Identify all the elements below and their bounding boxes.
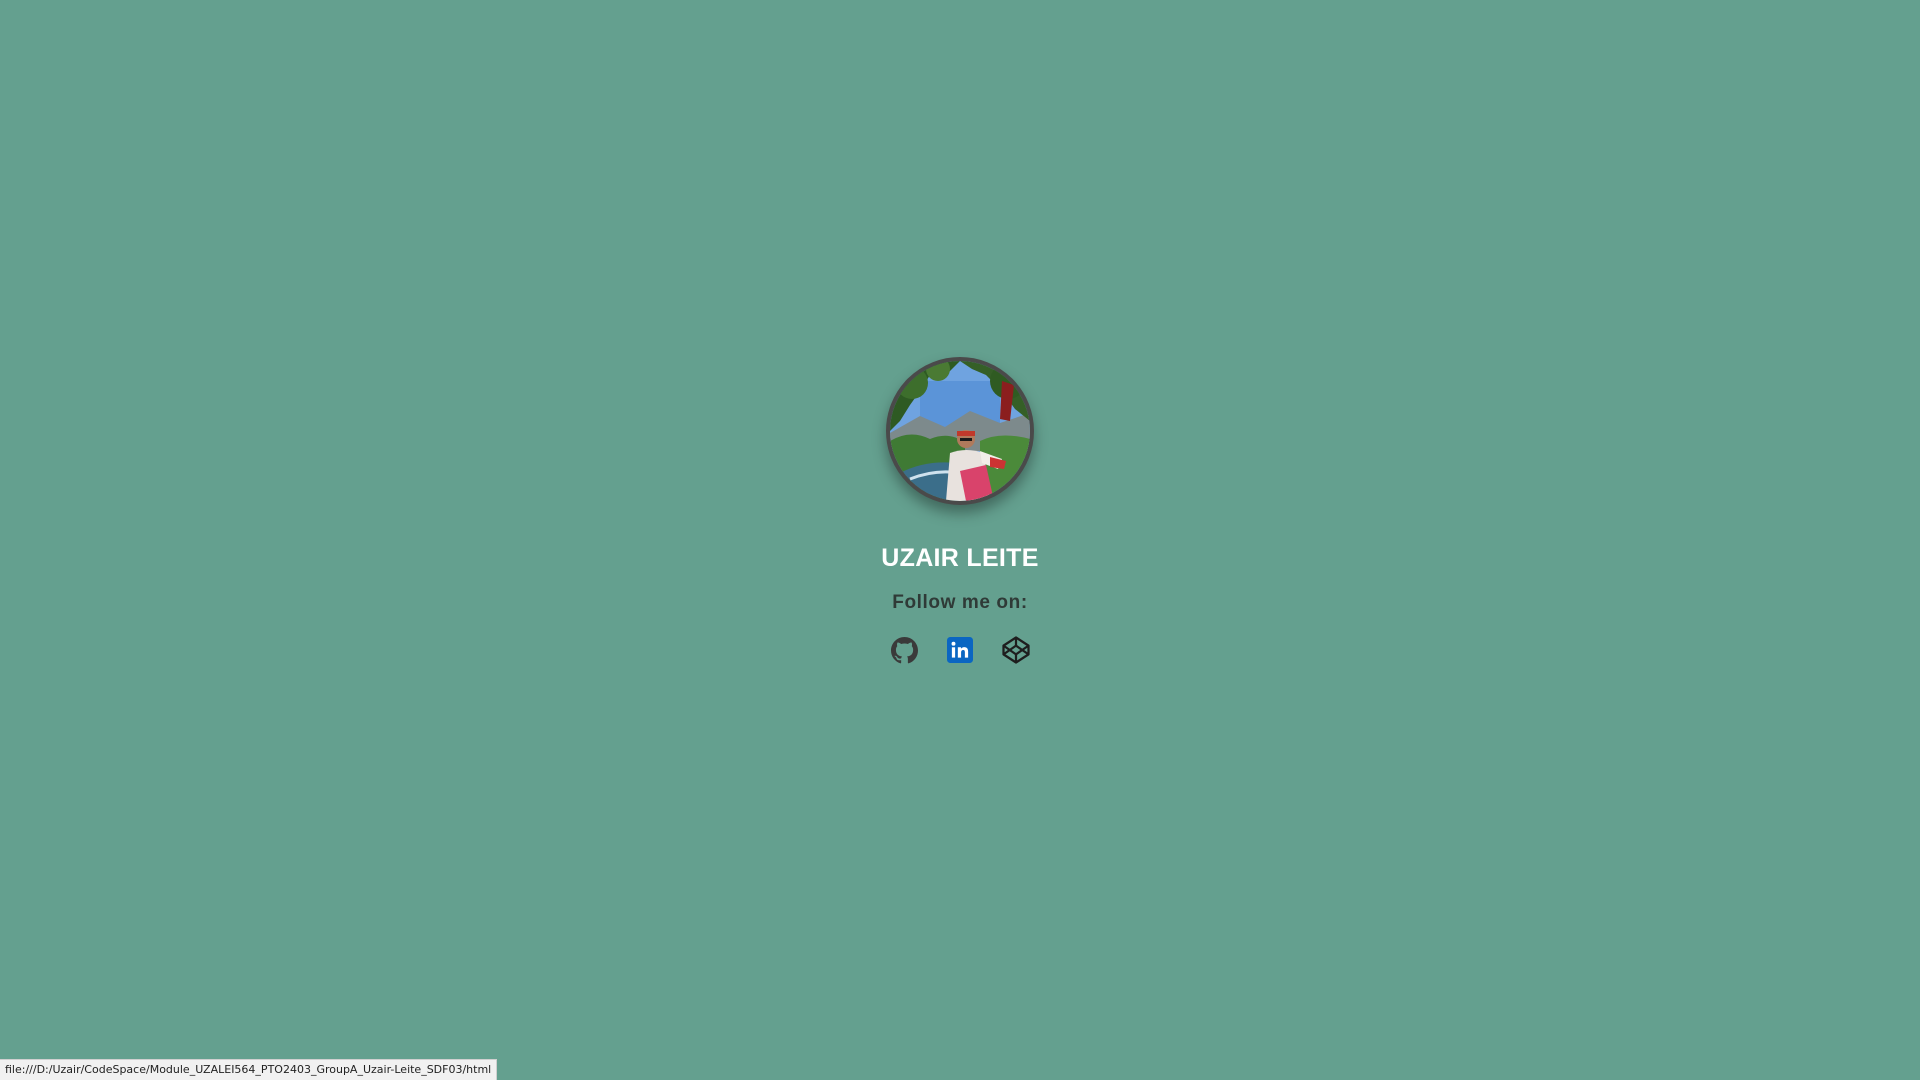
github-icon	[890, 636, 918, 663]
linkedin-link[interactable]	[945, 635, 975, 665]
avatar-photo	[890, 361, 1030, 501]
codepen-link[interactable]	[1001, 635, 1031, 665]
profile-card: UZAIR LEITE Follow me on:	[0, 357, 1920, 665]
browser-status-bar: file:///D:/Uzair/CodeSpace/Module_UZALEI…	[0, 1059, 498, 1080]
follow-label: Follow me on:	[892, 592, 1028, 613]
profile-avatar	[886, 357, 1034, 505]
github-link[interactable]	[889, 635, 919, 665]
social-links	[889, 635, 1031, 665]
linkedin-icon	[947, 637, 973, 663]
codepen-icon	[1002, 636, 1030, 664]
profile-page: UZAIR LEITE Follow me on: file:///D:/Uza…	[0, 0, 1920, 1080]
profile-name: UZAIR LEITE	[881, 544, 1039, 572]
